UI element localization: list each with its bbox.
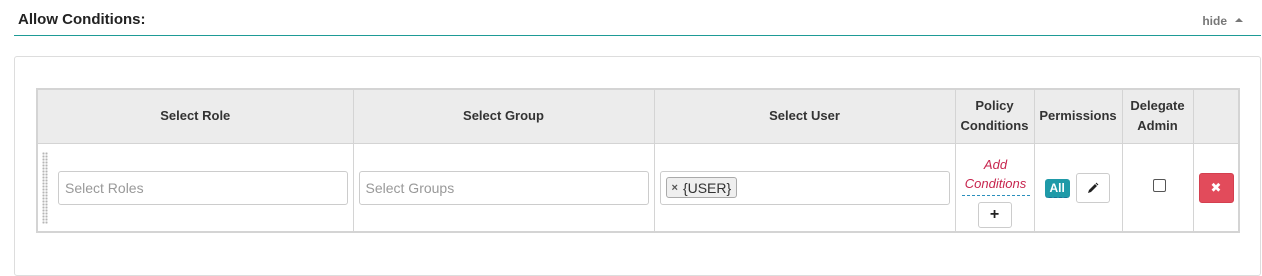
pencil-icon[interactable] [1087,182,1099,194]
roles-input[interactable]: Select Roles [58,170,348,205]
header-select-group: Select Group [352,88,655,144]
user-cell: × {USER} [653,142,956,233]
add-conditions-link[interactable]: Add Conditions [961,155,1030,196]
add-conditions-line1[interactable]: Add [984,157,1007,172]
delegate-admin-cell [1121,142,1194,233]
add-conditions-line2[interactable]: Conditions [965,176,1026,191]
groups-input[interactable]: Select Groups [358,170,649,205]
add-condition-button[interactable]: + [977,201,1012,228]
section-title: Allow Conditions: [18,11,146,28]
group-cell: Select Groups [352,142,655,233]
header-delegate-line2: Admin [1137,118,1178,134]
header-select-user: Select User [653,88,956,144]
actions-cell: ✖ [1192,142,1240,233]
users-input[interactable]: × {USER} [659,170,950,205]
hide-toggle[interactable]: hide [1202,14,1243,28]
delegate-admin-checkbox[interactable] [1152,178,1166,192]
caret-up-icon[interactable] [1235,18,1243,22]
permissions-all-badge[interactable]: All [1044,178,1070,198]
table-row: Select Roles Select Groups × {USER} Add … [36,142,1240,233]
role-cell: Select Roles [36,142,354,233]
policy-conditions-cell: Add Conditions + [954,142,1035,233]
section-header: Allow Conditions: hide [14,0,1261,36]
permissions-cell: All [1033,142,1123,233]
header-policy-line2: Conditions [960,118,1029,134]
header-policy-line1: Policy [975,98,1014,114]
times-icon[interactable]: ✖ [1211,180,1222,195]
hide-toggle-label[interactable]: hide [1202,14,1227,28]
delete-row-button[interactable]: ✖ [1198,172,1234,203]
header-actions [1192,88,1240,144]
plus-icon[interactable]: + [990,206,999,223]
roles-placeholder: Select Roles [65,179,144,196]
header-delegate-line1: Delegate [1130,98,1185,114]
header-delegate-admin: Delegate Admin [1121,88,1194,144]
header-policy-conditions: Policy Conditions [954,88,1035,144]
header-select-role: Select Role [36,88,354,144]
remove-token-icon[interactable]: × [672,182,678,194]
conditions-panel: Select Role Select Group Select User Pol… [14,56,1261,276]
edit-permissions-button[interactable] [1075,172,1110,203]
table-header-row: Select Role Select Group Select User Pol… [36,88,1240,144]
conditions-table: Select Role Select Group Select User Pol… [36,88,1240,233]
user-token[interactable]: × {USER} [665,177,738,198]
drag-handle-icon[interactable] [42,151,48,224]
user-token-label: {USER} [682,179,732,196]
header-permissions: Permissions [1033,88,1123,144]
groups-placeholder: Select Groups [365,179,455,196]
